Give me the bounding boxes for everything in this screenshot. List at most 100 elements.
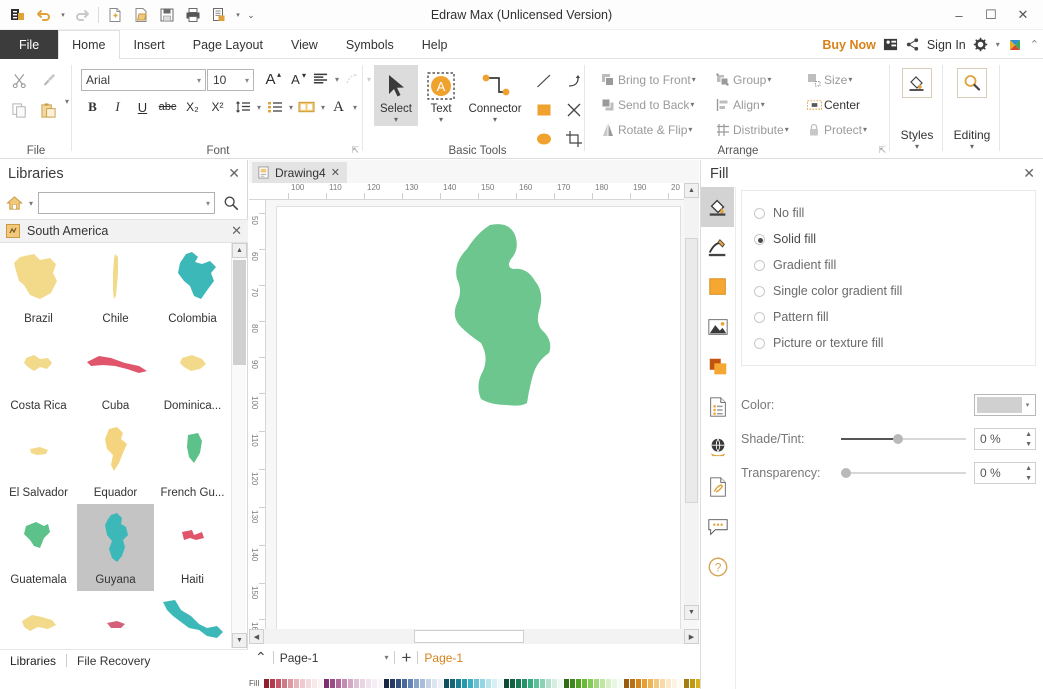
- connector-tool-button[interactable]: Connector ▾: [464, 65, 526, 126]
- fill-bucket-icon[interactable]: [701, 187, 734, 227]
- connector-tool-caret[interactable]: ▾: [493, 115, 497, 125]
- library-shape-cuba[interactable]: Cuba: [77, 330, 154, 417]
- edraw-colors-icon[interactable]: [1007, 37, 1023, 53]
- underline-button[interactable]: U: [131, 95, 154, 119]
- palette-swatch[interactable]: [630, 679, 635, 688]
- text-tool-button[interactable]: A Text ▾: [419, 65, 463, 126]
- send-to-back-button[interactable]: Send to Back ▾: [594, 92, 704, 117]
- palette-swatch[interactable]: [396, 679, 401, 688]
- rotate-flip-caret[interactable]: ▾: [688, 125, 692, 134]
- palette-swatch[interactable]: [372, 679, 377, 688]
- italic-button[interactable]: I: [106, 95, 129, 119]
- palette-swatch[interactable]: [558, 679, 563, 688]
- subscript-button[interactable]: X₂: [181, 95, 204, 119]
- library-shape-brazil[interactable]: Brazil: [0, 243, 77, 330]
- palette-swatch[interactable]: [432, 679, 437, 688]
- palette-swatch[interactable]: [324, 679, 329, 688]
- home-dropdown-caret[interactable]: ▾: [29, 199, 33, 208]
- shade-tint-up[interactable]: ▲: [1025, 431, 1032, 438]
- canvas-hscroll-thumb[interactable]: [414, 630, 524, 643]
- palette-swatch[interactable]: [294, 679, 299, 688]
- library-shape-haiti[interactable]: Haiti: [154, 504, 231, 591]
- fill-panel-close-icon[interactable]: ✕: [1023, 165, 1035, 182]
- palette-swatch[interactable]: [276, 679, 281, 688]
- library-shape-dominica[interactable]: Dominica...: [154, 330, 231, 417]
- size-button[interactable]: Size ▾: [800, 67, 886, 92]
- shade-tint-stepper[interactable]: ▲ ▼: [1025, 431, 1032, 448]
- expand-status-icon[interactable]: ⌃: [255, 649, 267, 666]
- radio-indicator[interactable]: [754, 234, 765, 245]
- library-shape-french-guiana[interactable]: French Gu...: [154, 417, 231, 504]
- palette-swatch[interactable]: [378, 679, 383, 688]
- library-scroll-up-button[interactable]: ▲: [232, 243, 247, 258]
- canvas-shape-guyana[interactable]: [277, 207, 682, 632]
- palette-swatch[interactable]: [420, 679, 425, 688]
- palette-swatch[interactable]: [438, 679, 443, 688]
- settings-dropdown-caret[interactable]: ▾: [996, 40, 1000, 49]
- select-tool-caret[interactable]: ▾: [394, 115, 398, 125]
- picture-icon[interactable]: [701, 307, 734, 347]
- arc-tool-icon[interactable]: [560, 67, 587, 94]
- palette-swatch[interactable]: [414, 679, 419, 688]
- palette-swatch[interactable]: [510, 679, 515, 688]
- bold-button[interactable]: B: [81, 95, 104, 119]
- styles-caret[interactable]: ▾: [915, 142, 919, 151]
- paste-dropdown-caret[interactable]: ▾: [65, 97, 69, 123]
- palette-swatch[interactable]: [660, 679, 665, 688]
- font-size-caret[interactable]: ▾: [245, 76, 249, 85]
- library-shape-guyana[interactable]: Guyana: [77, 504, 154, 591]
- line-spacing-icon[interactable]: [231, 95, 254, 119]
- editing-caret[interactable]: ▾: [970, 142, 974, 151]
- gear-icon[interactable]: [973, 37, 988, 52]
- slider-knob[interactable]: [841, 468, 851, 478]
- comment-icon[interactable]: [701, 507, 734, 547]
- palette-swatch[interactable]: [522, 679, 527, 688]
- font-size-input[interactable]: 10 ▾: [207, 69, 254, 91]
- tab-home[interactable]: Home: [58, 30, 119, 59]
- document-tab-close-icon[interactable]: ✕: [331, 166, 340, 179]
- palette-swatch[interactable]: [534, 679, 539, 688]
- radio-indicator[interactable]: [754, 208, 765, 219]
- page-attachment-icon[interactable]: [701, 467, 734, 507]
- center-button[interactable]: Center: [800, 92, 886, 117]
- palette-swatch[interactable]: [336, 679, 341, 688]
- group-caret[interactable]: ▾: [767, 75, 771, 84]
- shade-tint-down[interactable]: ▼: [1025, 441, 1032, 448]
- line-spacing-caret[interactable]: ▾: [257, 103, 261, 112]
- align-objects-button[interactable]: Align ▾: [709, 92, 797, 117]
- library-shape-guatemala[interactable]: Guatemala: [0, 504, 77, 591]
- library-search-input[interactable]: ▾: [38, 192, 215, 214]
- canvas-vscroll-thumb[interactable]: [685, 238, 698, 503]
- group-button[interactable]: Group ▾: [709, 67, 797, 92]
- fill-option-pattern-fill[interactable]: Pattern fill: [742, 304, 1035, 330]
- tab-page-layout[interactable]: Page Layout: [179, 30, 277, 59]
- color-picker-caret[interactable]: ▾: [1022, 401, 1033, 409]
- palette-swatch[interactable]: [666, 679, 671, 688]
- fill-option-solid-fill[interactable]: Solid fill: [742, 226, 1035, 252]
- palette-swatch[interactable]: [426, 679, 431, 688]
- palette-swatch[interactable]: [570, 679, 575, 688]
- superscript-button[interactable]: X²: [206, 95, 229, 119]
- transparency-stepper[interactable]: ▲ ▼: [1025, 465, 1032, 482]
- library-section-south-america[interactable]: South America ✕: [0, 219, 248, 243]
- palette-swatch[interactable]: [450, 679, 455, 688]
- palette-swatch[interactable]: [588, 679, 593, 688]
- palette-swatch[interactable]: [606, 679, 611, 688]
- palette-swatch[interactable]: [486, 679, 491, 688]
- palette-swatch[interactable]: [636, 679, 641, 688]
- library-scroll-thumb[interactable]: [233, 260, 246, 365]
- palette-swatch[interactable]: [456, 679, 461, 688]
- text-tool-caret[interactable]: ▾: [439, 115, 443, 125]
- libraries-close-icon[interactable]: ✕: [228, 165, 240, 182]
- tab-symbols[interactable]: Symbols: [332, 30, 408, 59]
- tab-file[interactable]: File: [0, 30, 58, 59]
- palette-swatch[interactable]: [540, 679, 545, 688]
- shrink-font-button[interactable]: A ▾: [284, 67, 307, 91]
- transparency-input[interactable]: 0 % ▲ ▼: [974, 462, 1036, 484]
- line-tool-icon[interactable]: [530, 67, 557, 94]
- editing-button[interactable]: Editing ▾: [948, 67, 996, 152]
- palette-swatch[interactable]: [600, 679, 605, 688]
- library-shape-chile[interactable]: Chile: [77, 243, 154, 330]
- close-button[interactable]: ✕: [1007, 3, 1039, 27]
- canvas-vertical-scrollbar[interactable]: ▲ ▼: [684, 183, 699, 620]
